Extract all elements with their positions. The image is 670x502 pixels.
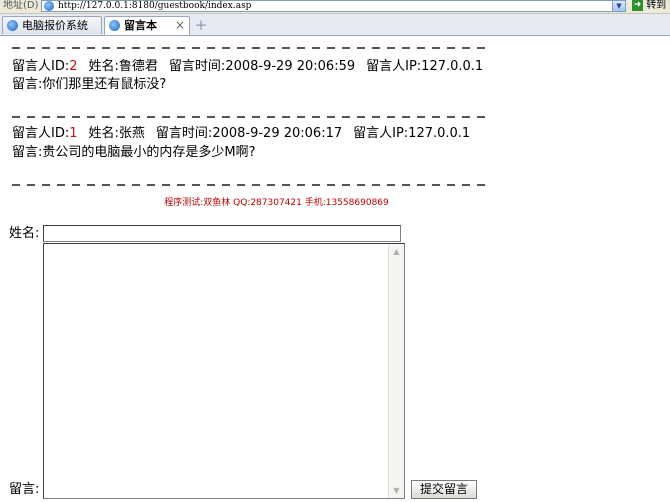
- message-author: 鲁德君: [118, 59, 158, 74]
- message-id: 1: [69, 126, 78, 141]
- time-label: 留言时间:: [155, 126, 213, 141]
- tab-guestbook[interactable]: 留言本 ×: [104, 16, 190, 35]
- message-author: 张燕: [118, 126, 145, 141]
- id-label: 留言人ID:: [12, 59, 70, 74]
- address-label: 地址(D): [3, 0, 39, 11]
- address-bar: 地址(D) http://127.0.0.1:8180/guestbook/in…: [0, 0, 670, 14]
- ie-page-icon: [44, 1, 54, 11]
- id-label: 留言人ID:: [12, 126, 70, 141]
- content-label: 留言:: [12, 145, 43, 160]
- tab-strip: 电脑报价系统 留言本 × +: [0, 14, 670, 36]
- name-label: 姓名:: [88, 126, 119, 141]
- go-button[interactable]: ➜ 转到: [632, 0, 670, 12]
- ip-label: 留言人IP:: [353, 126, 409, 141]
- message-content: 你们那里还有鼠标没?: [42, 77, 167, 92]
- scroll-down-icon[interactable]: ▼: [389, 483, 404, 498]
- scrollbar[interactable]: ▲ ▼: [388, 244, 404, 498]
- time-label: 留言时间:: [168, 59, 226, 74]
- address-input[interactable]: http://127.0.0.1:8180/guestbook/index.as…: [41, 0, 626, 12]
- page-content: 留言人ID:2 姓名:鲁德君 留言时间:2008-9-29 20:06:59 留言人I…: [0, 36, 670, 502]
- tab-price-system[interactable]: 电脑报价系统: [2, 16, 102, 34]
- name-field-label: 姓名:: [9, 226, 40, 241]
- tab-label: 电脑报价系统: [22, 19, 88, 32]
- message-time: 2008-9-29 20:06:17: [212, 126, 343, 141]
- message-header: 留言人ID:2 姓名:鲁德君 留言时间:2008-9-29 20:06:59 留言人I…: [12, 59, 483, 75]
- tab-label: 留言本: [124, 19, 157, 32]
- go-arrow-icon: ➜: [632, 0, 643, 11]
- message-body: 留言:你们那里还有鼠标没?: [12, 77, 166, 93]
- message-ip: 127.0.0.1: [408, 126, 471, 141]
- message-header: 留言人ID:1 姓名:张燕 留言时间:2008-9-29 20:06:17 留言人IP…: [12, 126, 470, 142]
- ie-page-icon: [109, 20, 120, 31]
- message-id: 2: [69, 59, 78, 74]
- divider: [12, 47, 492, 49]
- message-ip: 127.0.0.1: [421, 59, 484, 74]
- message-time: 2008-9-29 20:06:59: [225, 59, 356, 74]
- name-input[interactable]: [43, 225, 401, 242]
- ip-label: 留言人IP:: [366, 59, 422, 74]
- message-field-label: 留言:: [9, 482, 40, 497]
- message-textarea[interactable]: ▲ ▼: [43, 243, 405, 499]
- name-label: 姓名:: [88, 59, 119, 74]
- message-content: 贵公司的电脑最小的内存是多少M啊?: [42, 145, 256, 160]
- scroll-up-icon[interactable]: ▲: [389, 244, 404, 259]
- submit-button[interactable]: 提交留言: [411, 480, 477, 499]
- divider: [12, 184, 492, 186]
- chevron-down-icon[interactable]: ▼: [612, 1, 625, 11]
- message-body: 留言:贵公司的电脑最小的内存是多少M啊?: [12, 145, 256, 161]
- go-label: 转到: [646, 0, 667, 11]
- new-tab-icon[interactable]: +: [194, 18, 208, 33]
- address-url[interactable]: http://127.0.0.1:8180/guestbook/index.as…: [58, 0, 251, 12]
- ie-page-icon: [7, 20, 18, 31]
- credit-line: 程序测试:双鱼林 QQ:287307421 手机:13558690869: [164, 198, 389, 208]
- content-label: 留言:: [12, 77, 43, 92]
- close-icon[interactable]: ×: [174, 17, 186, 33]
- divider: [12, 116, 492, 118]
